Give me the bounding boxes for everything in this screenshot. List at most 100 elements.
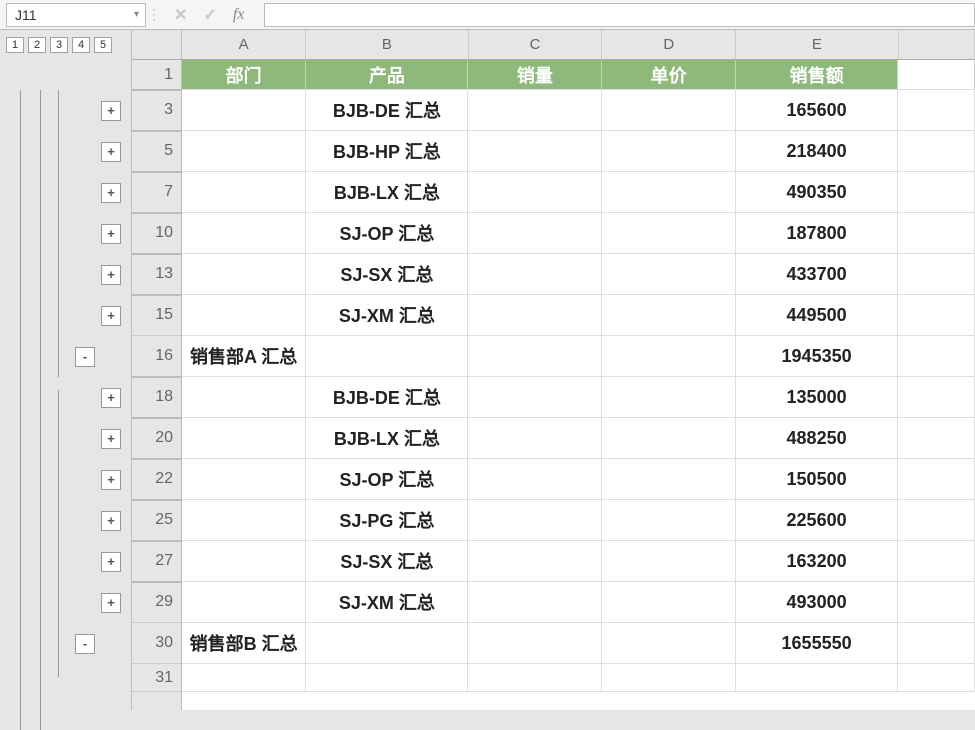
confirm-icon[interactable]: ✓ bbox=[203, 5, 216, 25]
outline-expand-button[interactable]: + bbox=[101, 511, 121, 531]
name-box-splitter[interactable]: ⋮ bbox=[150, 3, 158, 27]
outline-level-2[interactable]: 2 bbox=[28, 37, 46, 53]
cell[interactable]: 488250 bbox=[736, 418, 898, 458]
cell[interactable]: 433700 bbox=[736, 254, 898, 294]
cell[interactable]: SJ-PG 汇总 bbox=[306, 500, 468, 540]
cell[interactable] bbox=[182, 172, 306, 212]
row-header[interactable]: 25 bbox=[132, 500, 181, 541]
row-header[interactable]: 7 bbox=[132, 172, 181, 213]
cell[interactable] bbox=[468, 377, 602, 417]
cell[interactable]: SJ-XM 汇总 bbox=[306, 582, 468, 622]
cell[interactable] bbox=[736, 664, 898, 691]
cell[interactable] bbox=[468, 418, 602, 458]
column-header-f[interactable] bbox=[899, 30, 975, 59]
header-cell-dept[interactable]: 部门 bbox=[182, 60, 306, 89]
fx-icon[interactable]: fx bbox=[233, 6, 255, 24]
cell[interactable] bbox=[468, 131, 602, 171]
row-header[interactable]: 13 bbox=[132, 254, 181, 295]
cell[interactable] bbox=[602, 336, 736, 376]
cell[interactable] bbox=[306, 336, 468, 376]
outline-expand-button[interactable]: + bbox=[101, 429, 121, 449]
outline-collapse-button[interactable]: - bbox=[75, 347, 95, 367]
cell[interactable] bbox=[602, 623, 736, 663]
cell[interactable] bbox=[306, 664, 468, 691]
header-cell-qty[interactable]: 销量 bbox=[468, 60, 602, 89]
cell[interactable] bbox=[898, 623, 975, 663]
cell[interactable] bbox=[602, 90, 736, 130]
cell[interactable] bbox=[602, 295, 736, 335]
cell[interactable] bbox=[898, 664, 975, 691]
row-header[interactable]: 10 bbox=[132, 213, 181, 254]
row-header[interactable]: 31 bbox=[132, 664, 181, 692]
header-cell-product[interactable]: 产品 bbox=[306, 60, 468, 89]
outline-expand-button[interactable]: + bbox=[101, 552, 121, 572]
cell[interactable]: 135000 bbox=[736, 377, 898, 417]
cell[interactable]: 493000 bbox=[736, 582, 898, 622]
cell[interactable] bbox=[898, 459, 975, 499]
select-all-corner[interactable] bbox=[132, 30, 182, 60]
row-header[interactable]: 20 bbox=[132, 418, 181, 459]
outline-expand-button[interactable]: + bbox=[101, 470, 121, 490]
cell[interactable] bbox=[898, 418, 975, 458]
cell[interactable] bbox=[468, 582, 602, 622]
column-header-d[interactable]: D bbox=[602, 30, 736, 59]
cell[interactable]: 163200 bbox=[736, 541, 898, 581]
row-header[interactable]: 29 bbox=[132, 582, 181, 623]
outline-level-1[interactable]: 1 bbox=[6, 37, 24, 53]
cell[interactable] bbox=[898, 541, 975, 581]
outline-expand-button[interactable]: + bbox=[101, 306, 121, 326]
cell[interactable] bbox=[602, 377, 736, 417]
cell[interactable]: 165600 bbox=[736, 90, 898, 130]
cell[interactable]: 销售部A 汇总 bbox=[182, 336, 306, 376]
header-cell-price[interactable]: 单价 bbox=[602, 60, 736, 89]
row-header[interactable]: 3 bbox=[132, 90, 181, 131]
cell[interactable] bbox=[468, 336, 602, 376]
cell[interactable] bbox=[468, 541, 602, 581]
column-header-b[interactable]: B bbox=[306, 30, 468, 59]
cell[interactable]: 187800 bbox=[736, 213, 898, 253]
cell[interactable]: 1655550 bbox=[736, 623, 898, 663]
cell[interactable] bbox=[468, 90, 602, 130]
cell[interactable] bbox=[468, 500, 602, 540]
cell[interactable]: 1945350 bbox=[736, 336, 898, 376]
outline-expand-button[interactable]: + bbox=[101, 142, 121, 162]
cell[interactable]: 449500 bbox=[736, 295, 898, 335]
row-header[interactable]: 18 bbox=[132, 377, 181, 418]
row-header[interactable]: 1 bbox=[132, 60, 181, 90]
cell[interactable]: SJ-OP 汇总 bbox=[306, 459, 468, 499]
cell[interactable] bbox=[468, 213, 602, 253]
cell[interactable]: BJB-LX 汇总 bbox=[306, 418, 468, 458]
row-header[interactable]: 22 bbox=[132, 459, 181, 500]
cell[interactable] bbox=[602, 500, 736, 540]
cell[interactable]: 150500 bbox=[736, 459, 898, 499]
column-header-a[interactable]: A bbox=[182, 30, 306, 59]
cell[interactable] bbox=[182, 459, 306, 499]
column-header-e[interactable]: E bbox=[736, 30, 898, 59]
cell[interactable] bbox=[898, 336, 975, 376]
row-header[interactable]: 27 bbox=[132, 541, 181, 582]
outline-expand-button[interactable]: + bbox=[101, 183, 121, 203]
cell[interactable] bbox=[602, 664, 736, 691]
cell[interactable] bbox=[182, 500, 306, 540]
cell[interactable] bbox=[468, 295, 602, 335]
cell[interactable]: BJB-DE 汇总 bbox=[306, 377, 468, 417]
cell[interactable] bbox=[182, 295, 306, 335]
cell[interactable] bbox=[182, 213, 306, 253]
cell[interactable] bbox=[182, 377, 306, 417]
outline-level-4[interactable]: 4 bbox=[72, 37, 90, 53]
formula-input[interactable] bbox=[264, 3, 975, 27]
header-cell-sales[interactable]: 销售额 bbox=[736, 60, 898, 89]
cell[interactable] bbox=[182, 131, 306, 171]
outline-expand-button[interactable]: + bbox=[101, 224, 121, 244]
cell[interactable] bbox=[468, 254, 602, 294]
cancel-icon[interactable]: ✕ bbox=[174, 5, 187, 25]
cell[interactable] bbox=[468, 664, 602, 691]
cell[interactable] bbox=[468, 459, 602, 499]
cell[interactable]: BJB-LX 汇总 bbox=[306, 172, 468, 212]
cell[interactable]: 225600 bbox=[736, 500, 898, 540]
outline-expand-button[interactable]: + bbox=[101, 265, 121, 285]
outline-level-5[interactable]: 5 bbox=[94, 37, 112, 53]
cell[interactable] bbox=[602, 459, 736, 499]
cell[interactable] bbox=[898, 131, 975, 171]
cell[interactable] bbox=[602, 254, 736, 294]
